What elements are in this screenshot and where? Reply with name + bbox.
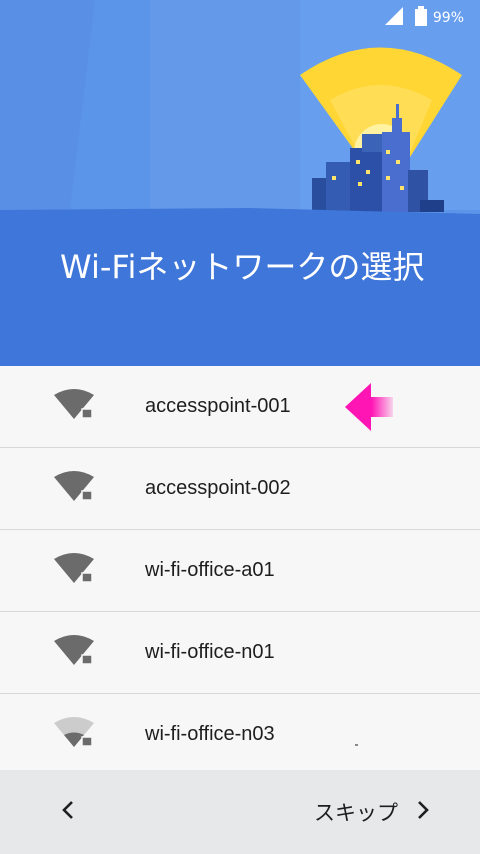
network-ssid: accesspoint-001 [145,395,291,417]
wifi-secure-icon [54,634,96,671]
page-title: Wi-Fiネットワークの選択 [60,248,425,286]
chevron-left-icon [61,800,75,824]
network-row-accesspoint-001[interactable]: accesspoint-001 [0,366,480,448]
wifi-secure-icon [54,552,96,589]
header: 99% Wi-Fiネットワークの選択 [0,0,480,366]
skip-label: スキップ [314,801,398,825]
network-row-accesspoint-002[interactable]: accesspoint-002 [0,448,480,530]
network-row-wi-fi-office-n03[interactable]: wi-fi-office-n03 [0,694,480,776]
wifi-weak-secure-icon [54,716,96,753]
status-bar: 99% [0,0,480,36]
battery-icon [414,6,427,30]
signal-icon [384,7,403,29]
network-row-wi-fi-office-n01[interactable]: wi-fi-office-n01 [0,612,480,694]
network-ssid: wi-fi-office-n03 [145,723,275,745]
back-button[interactable] [46,790,90,834]
bottom-nav-bar: スキップ [0,770,480,854]
skip-button[interactable]: スキップ [314,790,430,834]
battery-percent: 99% [432,10,464,26]
decorative-dot [355,744,358,746]
wifi-secure-icon [54,388,96,425]
network-list: accesspoint-001 accesspoint-002 wi-fi-of… [0,366,480,776]
wifi-secure-icon [54,470,96,507]
network-ssid: accesspoint-002 [145,477,291,499]
network-row-wi-fi-office-a01[interactable]: wi-fi-office-a01 [0,530,480,612]
network-ssid: wi-fi-office-n01 [145,641,275,663]
network-ssid: wi-fi-office-a01 [145,559,275,581]
highlight-arrow-icon [345,383,393,431]
chevron-right-icon [416,800,430,824]
city-illustration [0,0,480,366]
